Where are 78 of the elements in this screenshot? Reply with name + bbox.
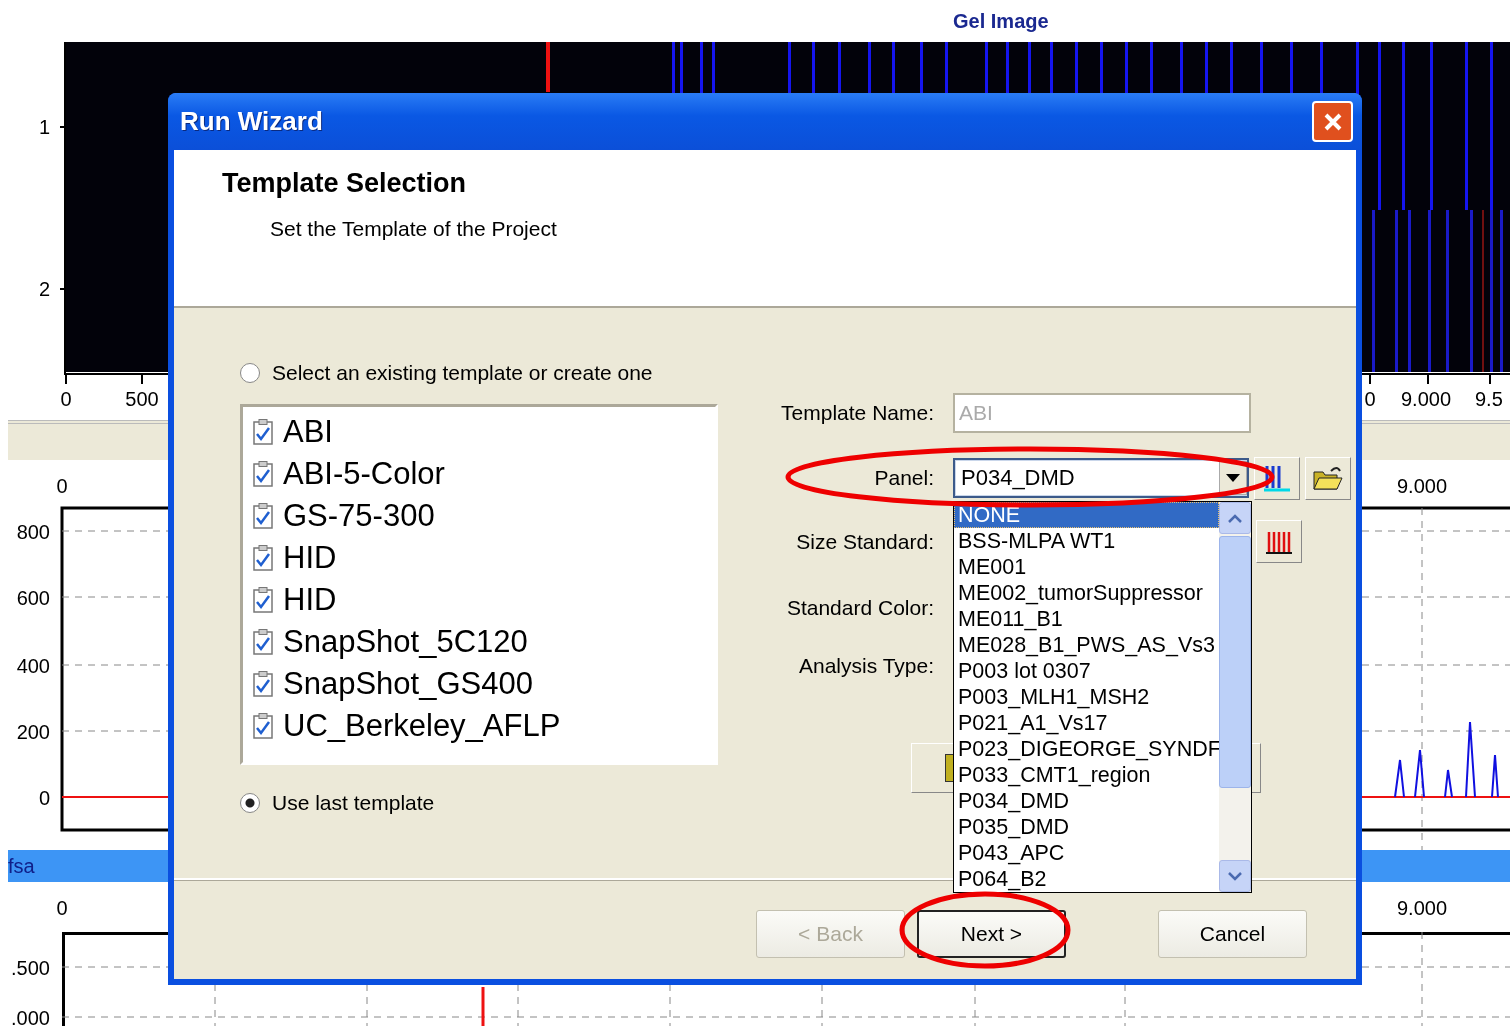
radio-button[interactable] [240,793,260,813]
axis-label: 500 [125,388,159,410]
open-folder-button[interactable] [1305,456,1351,500]
step-description: Set the Template of the Project [270,217,558,241]
axis-label: 200 [16,721,50,743]
axis-label: 0 [56,897,68,919]
field-label: Size Standard: [795,529,934,554]
list-item[interactable]: SnapShot_GS400 [283,666,533,702]
axis-label: 9.000 [1396,897,1448,919]
chevron-down-icon [1228,871,1242,881]
folder-icon [1313,465,1343,491]
dropdown-option[interactable]: ME011_B1 [954,606,1219,632]
clipboard-check-icon [253,461,273,487]
dropdown-option[interactable]: P064_B2 [954,866,1219,892]
axis-label: 600 [16,587,50,609]
axis-label: 0 [56,475,68,497]
dropdown-option[interactable]: P043_APC [954,840,1219,866]
axis-label: 1 [38,116,50,138]
clipboard-check-icon [253,587,273,613]
list-item[interactable]: HID [283,582,337,618]
field-label: Analysis Type: [798,654,934,678]
scroll-thumb[interactable] [1219,536,1251,788]
dropdown-option[interactable]: P003_MLH1_MSH2 [954,684,1219,710]
chevron-up-icon [1228,513,1242,523]
axis-label: 9.5 [1475,388,1503,410]
dropdown-option[interactable]: P021_A1_Vs17 [954,710,1219,736]
axis-label: 0 [1364,388,1376,410]
clipboard-check-icon [253,419,273,445]
bar-chart-icon [1263,464,1291,492]
radio-button[interactable] [240,363,260,383]
close-button[interactable] [1312,101,1353,142]
dropdown-option[interactable]: BSS-MLPA WT1 [954,528,1219,554]
clipboard-check-icon [253,545,273,571]
dropdown-option[interactable]: ME002_tumorSuppressor [954,580,1219,606]
clipboard-check-icon [253,713,273,739]
axis-label: .500 [11,957,50,979]
dropdown-option[interactable]: ME001 [954,554,1219,580]
axis-label: 9.000 [1396,475,1448,497]
window-title: Run Wizard [180,106,323,137]
radio-option[interactable]: Use last template [240,790,724,816]
file-name: fsa [8,854,35,878]
radio-option[interactable]: Select an existing template or create one [240,360,724,386]
step-title: Template Selection [222,168,468,199]
axis-label: 2 [38,278,50,300]
wizard-button[interactable]: Next > [917,910,1066,958]
dropdown-option[interactable]: P034_DMD [954,788,1219,814]
axis-label: 0 [38,787,50,809]
axis-label: 400 [16,655,50,677]
list-item[interactable]: SnapShot_5C120 [283,624,528,660]
list-item[interactable]: ABI [283,414,333,450]
clipboard-check-icon [253,503,273,529]
axis-label: 9.000 [1400,388,1452,410]
axis-label: 800 [16,521,50,543]
list-item[interactable]: HID [283,540,337,576]
field-label: Standard Color: [785,596,934,620]
size-standard-button[interactable] [1256,520,1302,563]
scroll-up-button[interactable] [1219,502,1251,534]
panel-title: Gel Image [953,9,1049,33]
axis-label: 0 [60,388,72,410]
dropdown-option[interactable]: P033_CMT1_region [954,762,1219,788]
radio-label: Use last template [272,791,435,815]
radio-label: Select an existing template or create one [272,361,653,385]
field-label: Template Name: [780,401,934,425]
field-label: Panel: [873,466,934,490]
list-item[interactable]: GS-75-300 [283,498,435,534]
scrollbar[interactable] [1219,502,1251,892]
template-list[interactable]: ABI ABI-5-Color GS-75-300 HID HID SnapShot_5C120 SnapShot_GS400 UC_Berkeley_AFLP [240,404,718,765]
panel-editor-button[interactable] [1254,456,1300,500]
dropdown-option[interactable]: P035_DMD [954,814,1219,840]
wizard-button[interactable]: Cancel [1158,910,1307,958]
axis-label: .000 [11,1007,50,1026]
clipboard-check-icon [253,629,273,655]
dropdown-option[interactable]: ME028_B1_PWS_AS_Vs3 [954,632,1219,658]
scroll-down-button[interactable] [1219,860,1251,892]
list-item[interactable]: UC_Berkeley_AFLP [283,708,561,744]
list-item[interactable]: ABI-5-Color [283,456,445,492]
clipboard-check-icon [253,671,273,697]
dropdown-option[interactable]: P003 lot 0307 [954,658,1219,684]
